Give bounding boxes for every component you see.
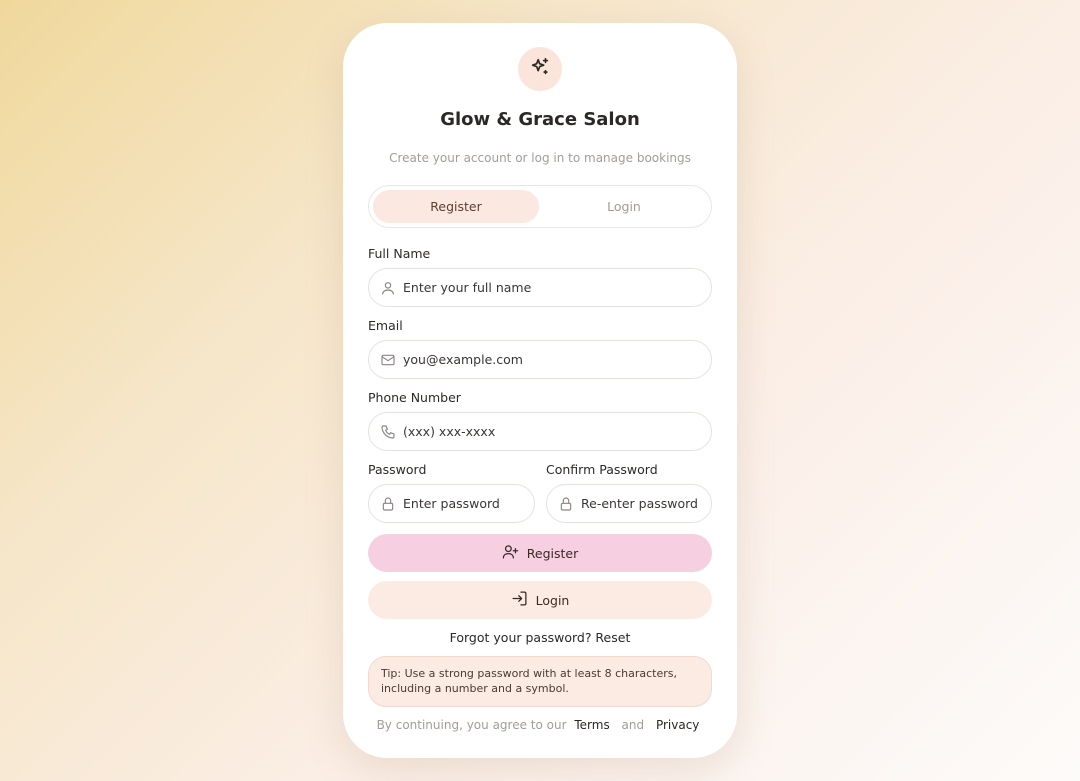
phone-label: Phone Number [368,390,461,405]
tab-login[interactable]: Login [541,190,707,223]
app-subtitle: Create your account or log in to manage … [389,151,691,165]
app-title: Glow & Grace Salon [440,109,640,130]
password-tip: Tip: Use a strong password with at least… [368,656,712,707]
sparkles-icon [529,56,551,82]
log-in-icon [511,590,528,610]
email-label: Email [368,318,403,333]
login-button[interactable]: Login [368,581,712,619]
email-field[interactable] [368,340,712,379]
password-label: Password [368,462,427,477]
login-button-label: Login [535,592,570,608]
register-button[interactable]: Register [368,534,712,572]
mail-icon [380,352,396,368]
phone-field[interactable] [368,412,712,451]
footer-prefix: By continuing, you agree to our [376,718,567,732]
full-name-label: Full Name [368,246,431,261]
privacy-link[interactable]: Privacy [656,718,699,732]
confirm-password-field[interactable] [546,484,712,523]
full-name-field[interactable] [368,268,712,307]
lock-icon [558,496,574,512]
password-field[interactable] [368,484,535,523]
auth-tabs: Register Login [368,185,712,228]
tab-register[interactable]: Register [373,190,539,223]
email-input[interactable] [403,341,701,378]
logo-badge [518,47,562,91]
lock-icon [380,496,396,512]
register-button-label: Register [526,545,579,561]
password-input[interactable] [403,485,524,522]
legal-footer: By continuing, you agree to our Terms an… [343,718,737,732]
phone-input[interactable] [403,413,701,450]
auth-card: Glow & Grace Salon Create your account o… [343,23,737,758]
confirm-password-input[interactable] [581,485,701,522]
user-plus-icon [502,543,519,563]
footer-and: and [621,718,645,732]
full-name-input[interactable] [403,269,701,306]
confirm-password-label: Confirm Password [546,462,658,477]
user-icon [380,280,396,296]
phone-icon [380,424,396,440]
terms-link[interactable]: Terms [574,718,609,732]
forgot-password-link[interactable]: Forgot your password? Reset [343,630,737,645]
